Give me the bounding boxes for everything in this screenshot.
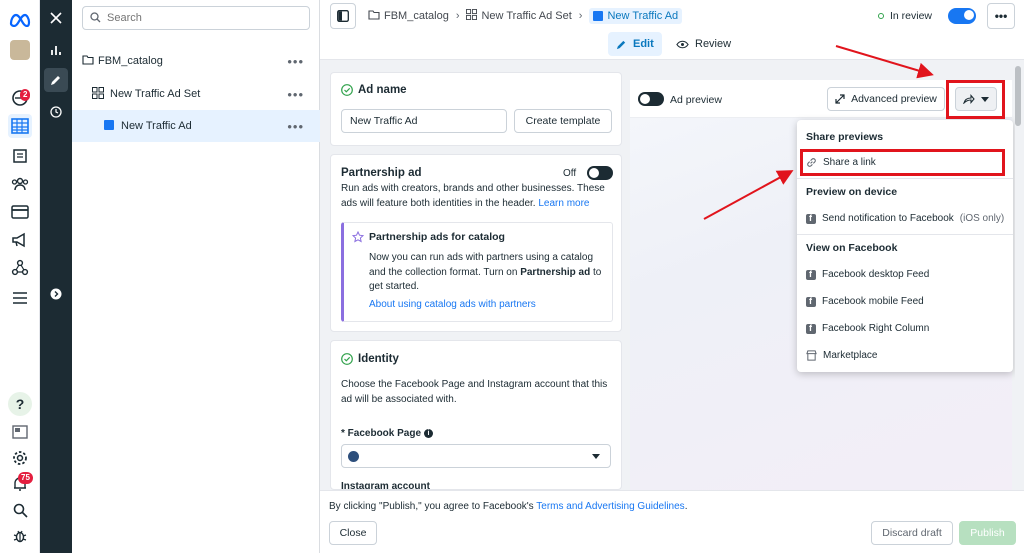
annotation-arrow-to-share-button	[835, 45, 934, 79]
annotation-arrow-to-share-link	[703, 170, 794, 220]
annotation-arrows	[703, 45, 934, 220]
